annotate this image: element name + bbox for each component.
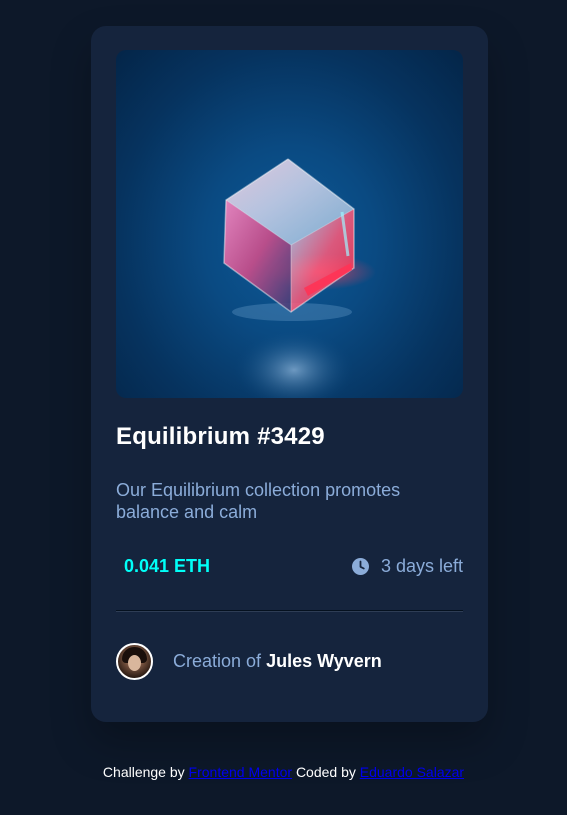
time-left-text: 3 days left: [380, 556, 463, 576]
clock-icon: [351, 558, 369, 575]
frontend-mentor-link[interactable]: Frontend Mentor: [189, 764, 293, 780]
creator-name[interactable]: Jules Wyvern: [266, 651, 382, 671]
attribution: Challenge by Frontend Mentor Coded by Ed…: [0, 764, 567, 780]
creator-text: Creation of Jules Wyvern: [173, 651, 382, 672]
creator-prefix: Creation of: [173, 651, 262, 671]
nft-image[interactable]: [116, 50, 463, 398]
creator-avatar: [116, 643, 153, 680]
challenge-prefix: Challenge by: [102, 764, 185, 780]
creator-row: Creation of Jules Wyvern: [116, 643, 382, 680]
time-remaining: 3 days left: [351, 556, 463, 577]
coded-prefix: Coded by: [295, 764, 356, 780]
nft-card: Equilibrium #3429 Our Equilibrium collec…: [91, 26, 488, 722]
author-link[interactable]: Eduardo Salazar: [360, 764, 464, 780]
nft-description: Our Equilibrium collection promotes bala…: [116, 480, 401, 522]
price-value: 0.041 ETH: [124, 556, 211, 576]
cube-illustration: [223, 158, 376, 398]
price-display: 0.041 ETH: [124, 556, 210, 577]
nft-title[interactable]: Equilibrium #3429: [116, 423, 325, 451]
divider: [116, 610, 463, 612]
